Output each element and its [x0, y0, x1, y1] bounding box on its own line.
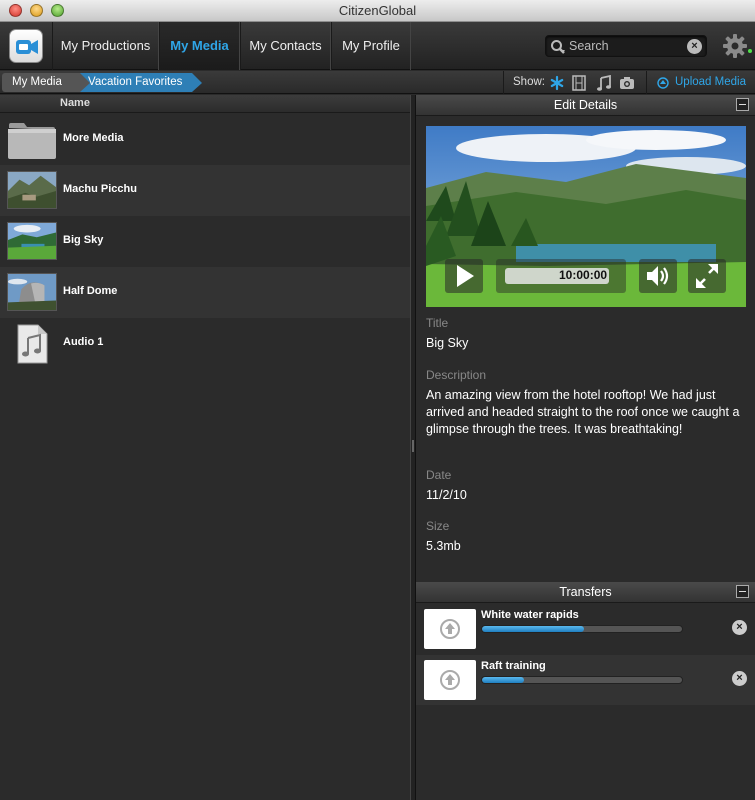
upload-media-button[interactable]: Upload Media — [646, 71, 755, 94]
play-icon — [457, 265, 474, 287]
media-item-name: Big Sky — [63, 234, 104, 246]
list-item[interactable]: Machu Picchu — [0, 165, 410, 216]
volume-button[interactable] — [639, 259, 677, 293]
collapse-edit-details-button[interactable] — [736, 98, 749, 111]
upload-media-label: Upload Media — [675, 76, 746, 88]
search-placeholder: Search — [569, 39, 609, 53]
video-timecode: 10:00:00 — [559, 268, 608, 282]
volume-icon — [647, 266, 669, 286]
transfers-header: Transfers — [416, 582, 755, 603]
upload-icon — [440, 619, 460, 639]
video-player[interactable]: 10:00:00 — [426, 126, 746, 307]
transfer-progress-bar — [481, 676, 683, 684]
online-status-indicator — [748, 49, 752, 53]
fullscreen-button[interactable] — [688, 259, 726, 293]
breadcrumb-label: Vacation Favorites — [88, 76, 183, 88]
tab-my-media[interactable]: My Media — [159, 22, 240, 70]
size-label: Size — [426, 519, 450, 533]
list-item[interactable]: Big Sky — [0, 216, 410, 267]
breadcrumb-arrow — [80, 73, 90, 92]
details-panel: Edit Details 10:00:00 Title Big Sky Desc… — [416, 95, 755, 800]
media-item-name: Audio 1 — [63, 336, 104, 348]
search-icon — [551, 40, 565, 54]
breadcrumb-label: My Media — [12, 76, 62, 88]
transfer-name: Raft training — [481, 660, 546, 672]
transfer-item: Raft training × — [416, 655, 755, 705]
tab-my-profile[interactable]: My Profile — [331, 22, 411, 70]
date-field[interactable]: 11/2/10 — [426, 487, 748, 504]
big-sky-thumbnail — [7, 222, 57, 260]
edit-details-header: Edit Details — [416, 95, 755, 116]
music-note-icon[interactable] — [596, 75, 612, 91]
half-dome-thumbnail — [7, 273, 57, 311]
video-controls: 10:00:00 — [426, 259, 746, 293]
edit-details-title: Edit Details — [553, 98, 618, 112]
date-label: Date — [426, 468, 452, 482]
expand-icon — [696, 264, 718, 288]
media-list-panel: Name More Media Machu Picchu Big Sky Hal… — [0, 95, 410, 800]
play-button[interactable] — [445, 259, 483, 293]
show-filter-label: Show: — [513, 76, 545, 88]
title-label: Title — [426, 316, 449, 330]
show-filter: Show: — [503, 71, 645, 94]
column-header-label: Name — [60, 97, 90, 109]
transfer-progress-bar — [481, 625, 683, 633]
search-input[interactable]: Search × — [545, 35, 707, 57]
transfer-name: White water rapids — [481, 609, 579, 621]
tab-my-productions[interactable]: My Productions — [52, 22, 159, 70]
breadcrumb-arrow — [192, 73, 202, 92]
list-item[interactable]: More Media — [0, 114, 410, 165]
media-item-name: More Media — [63, 132, 124, 144]
tab-my-contacts[interactable]: My Contacts — [240, 22, 331, 70]
machu-picchu-thumbnail — [7, 171, 57, 209]
folder-icon — [8, 123, 56, 159]
upload-icon — [440, 670, 460, 690]
film-icon[interactable] — [571, 75, 587, 91]
size-value: 5.3mb — [426, 539, 461, 553]
description-field[interactable]: An amazing view from the hotel rooftop! … — [426, 387, 748, 438]
transfer-thumbnail — [424, 609, 476, 649]
window-title: CitizenGlobal — [338, 3, 417, 18]
title-field[interactable]: Big Sky — [426, 335, 748, 352]
transfer-thumbnail — [424, 660, 476, 700]
breadcrumb: Vacation Favorites My Media Show: Upload… — [0, 71, 755, 94]
transfer-progress-fill — [482, 677, 524, 683]
upload-icon — [657, 77, 669, 89]
media-item-name: Half Dome — [63, 285, 118, 297]
star-icon[interactable] — [549, 75, 565, 91]
gear-icon[interactable] — [722, 33, 748, 59]
camera-icon[interactable] — [619, 75, 635, 91]
list-item[interactable]: Half Dome — [0, 267, 410, 318]
transfers-title: Transfers — [559, 585, 612, 599]
video-camera-icon — [16, 40, 38, 54]
app-logo[interactable] — [9, 29, 43, 63]
cancel-transfer-icon[interactable]: × — [732, 620, 747, 635]
clear-search-icon[interactable]: × — [687, 39, 702, 54]
audio-file-icon — [17, 324, 48, 364]
media-item-name: Machu Picchu — [63, 183, 137, 195]
collapse-transfers-button[interactable] — [736, 585, 749, 598]
breadcrumb-my-media[interactable]: My Media — [2, 73, 90, 92]
window-title-bar: CitizenGlobal — [0, 0, 755, 22]
list-item[interactable]: Audio 1 — [0, 318, 410, 369]
main-toolbar: My Productions My Media My Contacts My P… — [0, 22, 755, 70]
splitter-grip — [412, 440, 414, 452]
transfer-item: White water rapids × — [416, 604, 755, 654]
cancel-transfer-icon[interactable]: × — [732, 671, 747, 686]
column-header-name[interactable]: Name — [0, 95, 410, 113]
description-label: Description — [426, 368, 487, 382]
transfer-progress-fill — [482, 626, 584, 632]
